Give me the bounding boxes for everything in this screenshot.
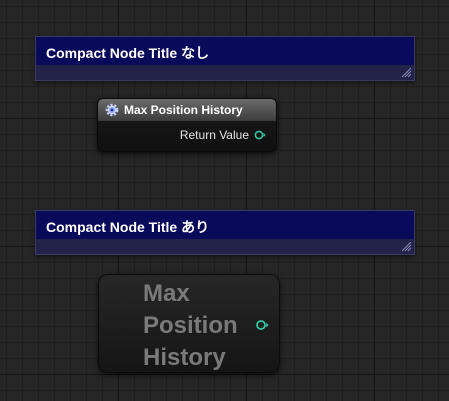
compact-title-line: Max	[143, 280, 190, 307]
return-value-row: Return Value	[98, 121, 276, 142]
node-title: Max Position History	[124, 103, 243, 117]
comment-body	[36, 65, 414, 80]
output-pin-icon[interactable]	[255, 319, 269, 331]
max-position-history-compact-node[interactable]: Max Position History	[98, 274, 280, 373]
comment-box-without-compact[interactable]: Compact Node Title なし	[35, 36, 415, 81]
comment-title[interactable]: Compact Node Title なし	[36, 37, 414, 65]
resize-grip-icon[interactable]	[401, 67, 412, 78]
comment-title[interactable]: Compact Node Title あり	[36, 211, 414, 239]
output-pin-icon[interactable]	[254, 130, 266, 140]
compact-title-line: Position	[143, 312, 238, 339]
comment-body	[36, 239, 414, 254]
comment-box-with-compact[interactable]: Compact Node Title あり	[35, 210, 415, 255]
compact-title-line: History	[143, 344, 226, 371]
node-header[interactable]: Max Position History	[98, 99, 276, 121]
max-position-history-node[interactable]: Max Position History Return Value	[97, 98, 277, 152]
function-gear-icon	[105, 103, 119, 117]
resize-grip-icon[interactable]	[401, 241, 412, 252]
return-value-label: Return Value	[179, 128, 249, 142]
compact-node-title: Max Position History	[143, 278, 253, 374]
